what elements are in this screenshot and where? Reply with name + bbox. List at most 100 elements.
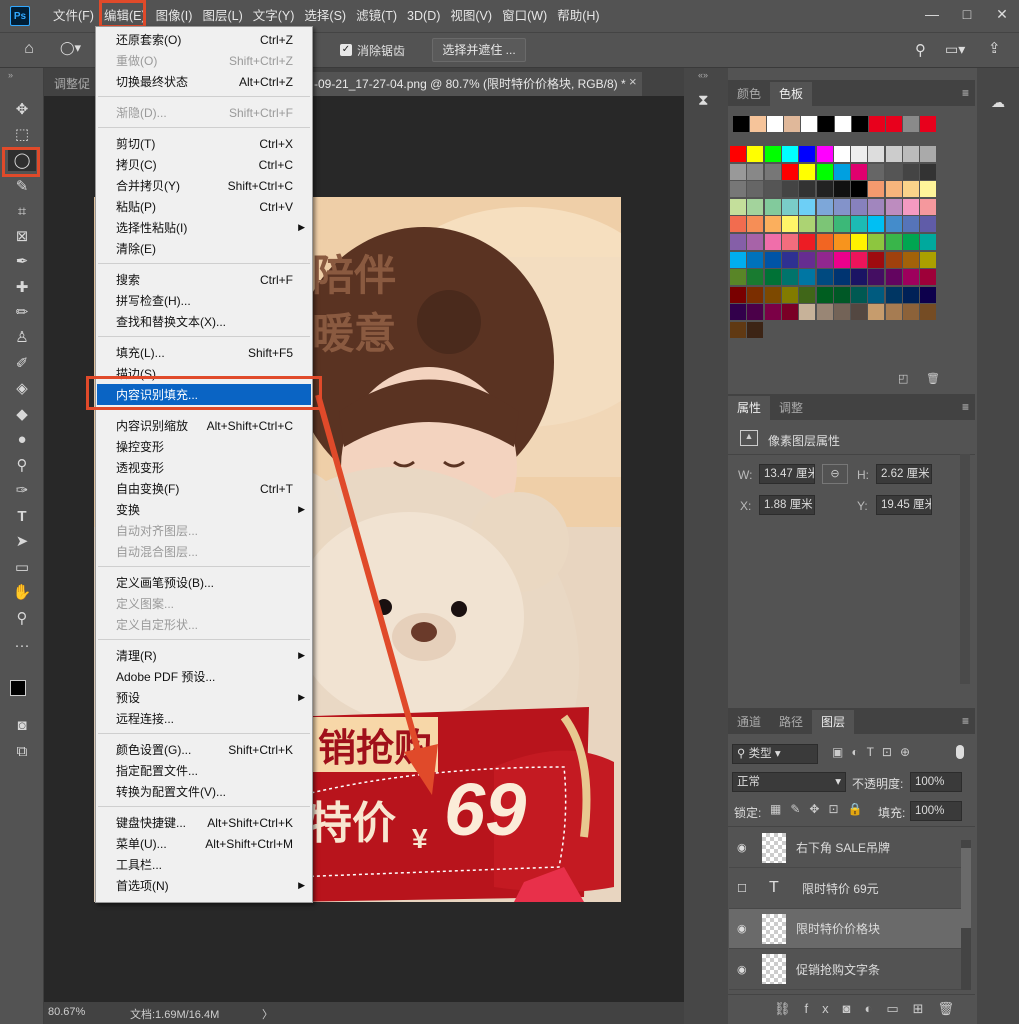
swatch[interactable] xyxy=(851,269,868,286)
lock-icons[interactable]: ▦✎✥⊡🔒 xyxy=(770,802,871,816)
swatch[interactable] xyxy=(903,234,919,250)
swatch[interactable] xyxy=(868,251,885,268)
swatch[interactable] xyxy=(851,304,868,321)
properties-scrollbar[interactable] xyxy=(960,454,970,684)
swatch[interactable] xyxy=(764,146,781,162)
menu-4[interactable]: 文字(Y) xyxy=(248,4,300,28)
swatch[interactable] xyxy=(920,251,937,268)
select-and-mask-button[interactable]: 选择并遮住 ... xyxy=(432,38,526,62)
hand-tool-icon[interactable]: ✋ xyxy=(8,581,36,603)
frame-tool-icon[interactable]: ⊠ xyxy=(8,225,36,247)
menu-8[interactable]: 视图(V) xyxy=(445,4,497,28)
move-tool-icon[interactable]: ✥ xyxy=(8,98,36,120)
swatch[interactable] xyxy=(764,286,781,303)
swatch[interactable] xyxy=(885,216,902,233)
delete-swatch-icon[interactable]: 🗑 xyxy=(926,372,940,385)
edit-menu-item[interactable]: 拼写检查(H)... xyxy=(97,290,311,311)
swatch[interactable] xyxy=(764,234,781,250)
swatch[interactable] xyxy=(799,198,816,215)
swatch[interactable] xyxy=(868,286,885,303)
swatch[interactable] xyxy=(764,304,781,321)
swatch[interactable] xyxy=(903,146,919,162)
swatch[interactable] xyxy=(730,304,746,321)
edit-menu-item[interactable]: 颜色设置(G)... Shift+Ctrl+K xyxy=(97,739,311,760)
swatch[interactable] xyxy=(767,116,783,132)
swatch[interactable] xyxy=(903,216,919,233)
swatch[interactable] xyxy=(781,269,798,286)
swatch[interactable] xyxy=(885,146,902,162)
edit-menu-item[interactable]: 重做(O) Shift+Ctrl+Z xyxy=(97,50,311,71)
swatch[interactable] xyxy=(747,198,764,215)
edit-menu-item[interactable]: 选择性粘贴(I) ▶ xyxy=(97,217,311,238)
swatch[interactable] xyxy=(816,304,833,321)
menu-7[interactable]: 3D(D) xyxy=(402,4,445,28)
swatch[interactable] xyxy=(816,286,833,303)
visibility-off-icon[interactable]: ☐ xyxy=(737,882,747,895)
swatch[interactable] xyxy=(851,181,868,198)
swatch[interactable] xyxy=(885,181,902,198)
blend-mode-select[interactable]: 正常 ▾ xyxy=(732,772,846,792)
maximize-button[interactable]: □ xyxy=(950,0,984,28)
x-field[interactable]: 1.88 厘米 xyxy=(759,495,815,515)
edit-menu-item[interactable]: 键盘快捷键... Alt+Shift+Ctrl+K xyxy=(97,812,311,833)
swatch[interactable] xyxy=(868,269,885,286)
swatch[interactable] xyxy=(868,163,885,180)
swatch[interactable] xyxy=(799,269,816,286)
swatch[interactable] xyxy=(920,216,937,233)
swatch[interactable] xyxy=(903,286,919,303)
swatch[interactable] xyxy=(801,116,817,132)
swatch[interactable] xyxy=(799,216,816,233)
swatch[interactable] xyxy=(764,269,781,286)
edit-menu-item[interactable]: 定义图案... xyxy=(97,593,311,614)
link-icon[interactable]: ⊖ xyxy=(822,464,848,484)
layers-scrollbar[interactable] xyxy=(961,840,971,990)
tab-properties[interactable]: 属性 xyxy=(728,396,771,420)
swatch[interactable] xyxy=(903,181,919,198)
new-swatch-group-icon[interactable]: ◰ xyxy=(898,372,908,385)
layer-filter-icons[interactable]: ▣◐T⊡⊕ xyxy=(832,745,918,759)
swatch[interactable] xyxy=(833,251,850,268)
swatch[interactable] xyxy=(747,163,764,180)
swatch[interactable] xyxy=(851,286,868,303)
swatch[interactable] xyxy=(799,234,816,250)
edit-menu-item[interactable]: 转换为配置文件(V)... xyxy=(97,781,311,802)
opacity-field[interactable]: 100% xyxy=(910,772,962,792)
edit-menu-item[interactable]: 切换最终状态 Alt+Ctrl+Z xyxy=(97,71,311,92)
expand-panels-icon[interactable]: «» xyxy=(698,70,708,80)
swatch[interactable] xyxy=(799,251,816,268)
swatch[interactable] xyxy=(868,181,885,198)
swatch[interactable] xyxy=(816,269,833,286)
swatch[interactable] xyxy=(833,216,850,233)
swatch[interactable] xyxy=(747,286,764,303)
history-brush-icon[interactable]: ✐ xyxy=(8,352,36,374)
tab-paths[interactable]: 路径 xyxy=(770,710,812,734)
edit-menu-item[interactable]: 自由变换(F) Ctrl+T xyxy=(97,478,311,499)
menu-3[interactable]: 图层(L) xyxy=(197,4,247,28)
tab-color[interactable]: 颜色 xyxy=(728,82,770,106)
search-icon[interactable]: ⚲ xyxy=(915,41,926,59)
antialias-checkbox[interactable]: ✓ xyxy=(340,44,352,56)
crop-tool-icon[interactable]: ⌗ xyxy=(8,200,36,222)
stamp-tool-icon[interactable]: ♙ xyxy=(8,326,36,348)
swatch[interactable] xyxy=(868,216,885,233)
eraser-tool-icon[interactable]: ◈ xyxy=(8,377,36,399)
edit-menu-item[interactable]: 粘贴(P) Ctrl+V xyxy=(97,196,311,217)
edit-menu-item[interactable]: 指定配置文件... xyxy=(97,760,311,781)
swatch[interactable] xyxy=(903,304,919,321)
edit-menu-item[interactable]: 填充(L)... Shift+F5 xyxy=(97,342,311,363)
status-arrow-icon[interactable]: 〉 xyxy=(262,1006,273,1022)
swatch[interactable] xyxy=(851,163,868,180)
menu-9[interactable]: 窗口(W) xyxy=(497,4,552,28)
edit-menu-item[interactable]: 渐隐(D)... Shift+Ctrl+F xyxy=(97,102,311,123)
edit-menu-item[interactable]: 操控变形 xyxy=(97,436,311,457)
edit-menu-item[interactable]: 查找和替换文本(X)... xyxy=(97,311,311,332)
swatch[interactable] xyxy=(764,163,781,180)
swatch[interactable] xyxy=(903,116,919,132)
layer-row[interactable]: ◉ 促销抢购文字条 xyxy=(729,949,961,990)
swatch[interactable] xyxy=(920,286,937,303)
minimize-button[interactable]: — xyxy=(915,0,949,28)
swatch[interactable] xyxy=(886,116,902,132)
swatch[interactable] xyxy=(920,304,937,321)
shape-tool-icon[interactable]: ▭ xyxy=(8,556,36,578)
swatch[interactable] xyxy=(851,146,868,162)
